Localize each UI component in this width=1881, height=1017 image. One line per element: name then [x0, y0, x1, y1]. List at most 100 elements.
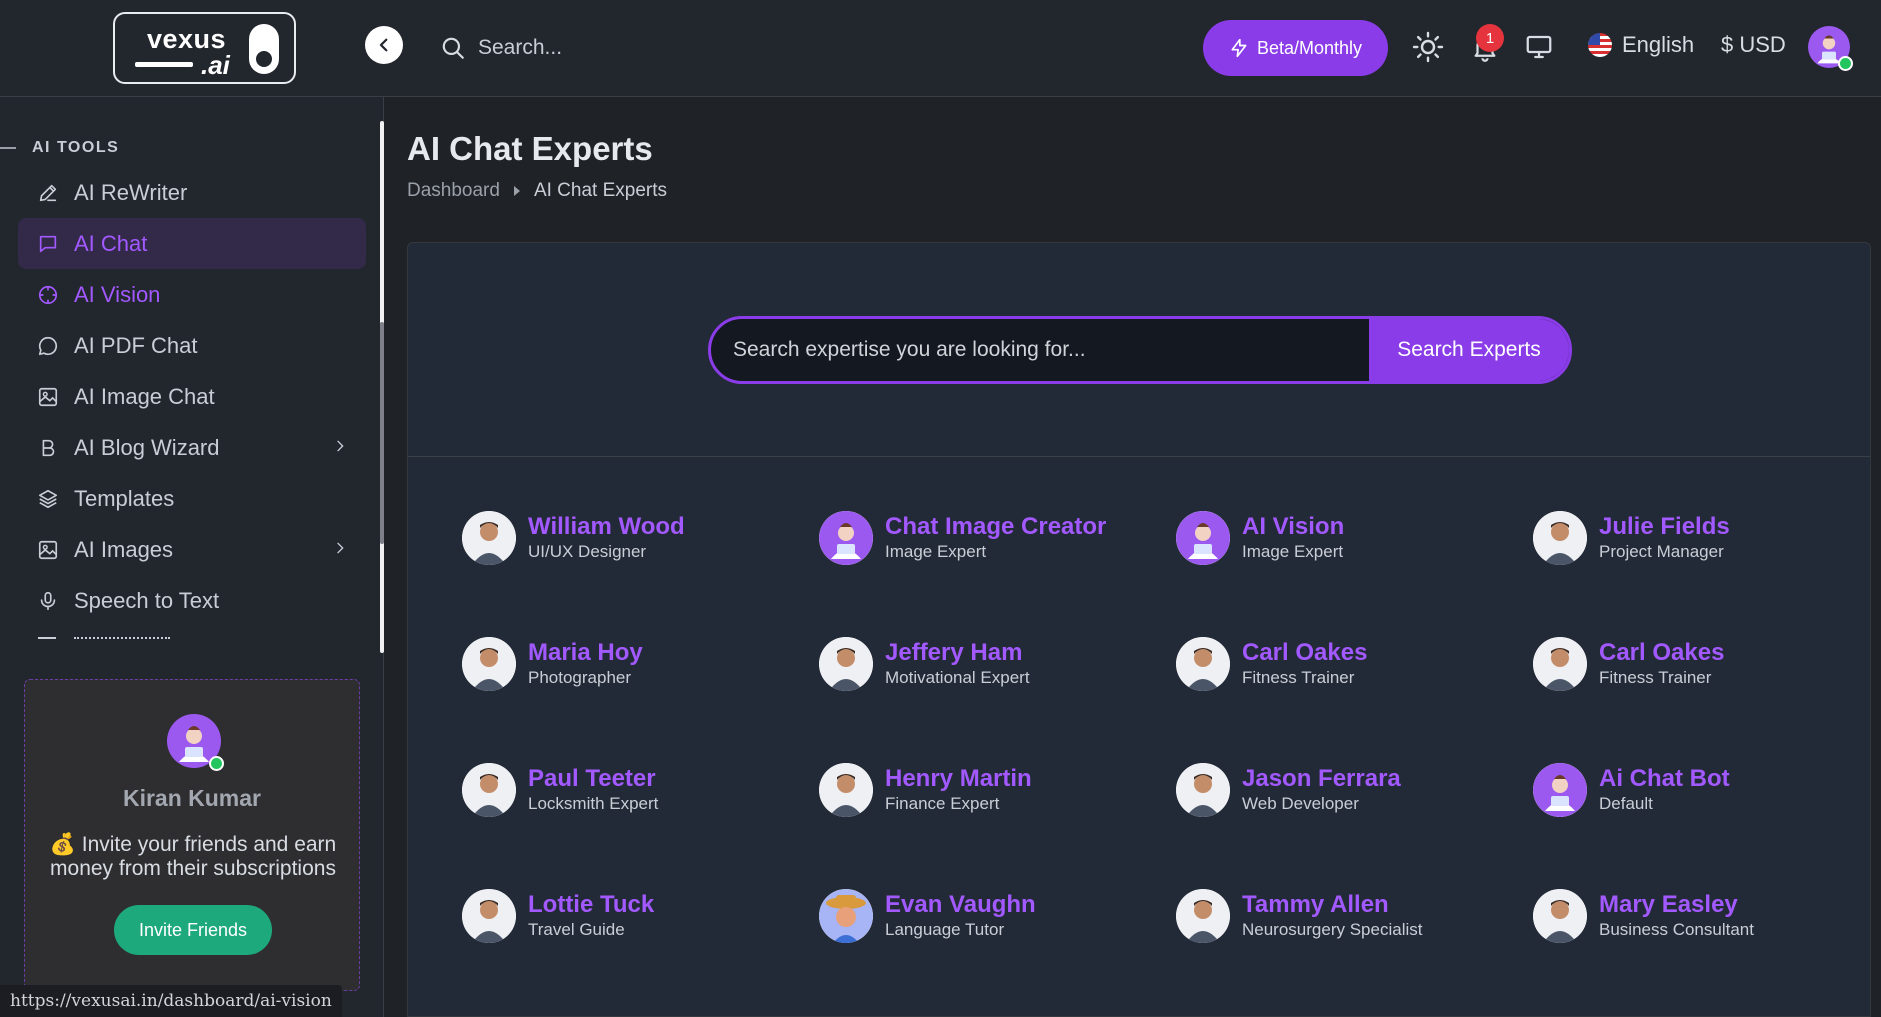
- image-icon: [36, 538, 60, 562]
- breadcrumb-current: AI Chat Experts: [533, 180, 668, 201]
- sidebar-scrollbar-thumb[interactable]: [380, 322, 384, 544]
- expert-name[interactable]: Lottie Tuck: [528, 891, 654, 919]
- expert-card[interactable]: Paul Teeter Locksmith Expert: [462, 760, 802, 820]
- theme-toggle-button[interactable]: [1411, 30, 1445, 64]
- sidebar-item-ai-pdf-chat[interactable]: AI PDF Chat: [18, 320, 366, 371]
- microphone-icon: [36, 589, 60, 613]
- expert-card[interactable]: Ai Chat Bot Default: [1533, 760, 1873, 820]
- expert-card[interactable]: Jason Ferrara Web Developer: [1176, 760, 1516, 820]
- bold-b-icon: [36, 436, 60, 460]
- sun-icon: [1412, 31, 1444, 63]
- search-experts-button[interactable]: Search Experts: [1369, 319, 1569, 381]
- expert-name[interactable]: Carl Oakes: [1242, 639, 1367, 667]
- plan-button[interactable]: Beta/Monthly: [1203, 20, 1388, 76]
- sidebar: AI TOOLS AI ReWriter AI Chat AI Vision A…: [0, 97, 384, 1017]
- expert-role: Finance Expert: [885, 794, 1000, 813]
- expert-card[interactable]: Julie Fields Project Manager: [1533, 508, 1873, 568]
- expert-role: Language Tutor: [885, 920, 1005, 939]
- expert-name[interactable]: Jason Ferrara: [1242, 765, 1401, 793]
- header-search-input[interactable]: [478, 36, 678, 60]
- expert-name[interactable]: Julie Fields: [1599, 513, 1730, 541]
- expert-name[interactable]: Mary Easley: [1599, 891, 1754, 919]
- expert-name[interactable]: Maria Hoy: [528, 639, 643, 667]
- expert-name[interactable]: AI Vision: [1242, 513, 1344, 541]
- sidebar-item-ai-chat[interactable]: AI Chat: [18, 218, 366, 269]
- chat-bubble-icon: [36, 334, 60, 358]
- invite-friends-button[interactable]: Invite Friends: [114, 905, 272, 955]
- expert-role: Image Expert: [885, 542, 987, 561]
- breadcrumb: Dashboard AI Chat Experts: [407, 180, 667, 202]
- expert-card[interactable]: William Wood UI/UX Designer: [462, 508, 802, 568]
- expert-name[interactable]: Henry Martin: [885, 765, 1032, 793]
- expert-role: Neurosurgery Specialist: [1242, 920, 1423, 939]
- invite-card: Kiran Kumar 💰 Invite your friends and ea…: [24, 679, 360, 991]
- expert-search-bar: Search Experts: [708, 316, 1572, 384]
- sidebar-item-ai-rewriter[interactable]: AI ReWriter: [18, 167, 366, 218]
- display-button[interactable]: [1522, 30, 1556, 64]
- expert-search-input[interactable]: [711, 319, 1369, 381]
- expert-card[interactable]: Tammy Allen Neurosurgery Specialist: [1176, 886, 1516, 946]
- sidebar-item-speech-to-text[interactable]: Speech to Text: [18, 575, 366, 626]
- invite-user-name: Kiran Kumar: [122, 785, 262, 811]
- person-avatar: [1533, 511, 1587, 565]
- expert-name[interactable]: William Wood: [528, 513, 685, 541]
- currency-selector[interactable]: $ USD: [1721, 32, 1786, 58]
- expert-role: UI/UX Designer: [528, 542, 647, 561]
- expert-card[interactable]: Henry Martin Finance Expert: [819, 760, 1159, 820]
- expert-role: Project Manager: [1599, 542, 1724, 561]
- sidebar-section-title: AI TOOLS: [0, 139, 119, 157]
- expert-card[interactable]: Jeffery Ham Motivational Expert: [819, 634, 1159, 694]
- invite-text: 💰 Invite your friends and earn money fro…: [49, 833, 337, 880]
- sidebar-item-templates[interactable]: Templates: [18, 473, 366, 524]
- chevron-right-icon: [337, 440, 344, 452]
- language-selector[interactable]: English: [1588, 32, 1694, 58]
- logo-toggle-mark: [249, 24, 279, 74]
- expert-name[interactable]: Tammy Allen: [1242, 891, 1422, 919]
- layers-icon: [36, 487, 60, 511]
- sidebar-item-ai-images[interactable]: AI Images: [18, 524, 366, 575]
- person-avatar: [819, 637, 873, 691]
- expert-role: Default: [1599, 794, 1653, 813]
- sidebar-item-partial[interactable]: [18, 637, 366, 651]
- breadcrumb-home-link[interactable]: Dashboard: [407, 180, 500, 202]
- logo-sub: .ai: [201, 50, 230, 80]
- expert-card[interactable]: AI Vision Image Expert: [1176, 508, 1516, 568]
- expert-name[interactable]: Paul Teeter: [528, 765, 658, 793]
- expert-role: Web Developer: [1242, 794, 1359, 813]
- expert-name[interactable]: Ai Chat Bot: [1599, 765, 1730, 793]
- person-avatar: [462, 763, 516, 817]
- sidebar-item-ai-image-chat[interactable]: AI Image Chat: [18, 371, 366, 422]
- expert-card[interactable]: Chat Image Creator Image Expert: [819, 508, 1159, 568]
- expert-card[interactable]: Mary Easley Business Consultant: [1533, 886, 1873, 946]
- cartoon-avatar: [819, 889, 873, 943]
- invite-user-avatar: [167, 714, 224, 771]
- expert-name[interactable]: Chat Image Creator: [885, 513, 1106, 541]
- expert-name[interactable]: Jeffery Ham: [885, 639, 1030, 667]
- sidebar-collapse-button[interactable]: [365, 26, 403, 64]
- sidebar-item-label: AI ReWriter: [74, 179, 188, 205]
- expert-card[interactable]: Carl Oakes Fitness Trainer: [1176, 634, 1516, 694]
- vexus-logo[interactable]: vexus .ai: [113, 12, 296, 84]
- bot-avatar: [1176, 511, 1230, 565]
- sidebar-item-ai-blog-wizard[interactable]: AI Blog Wizard: [18, 422, 366, 473]
- expert-card[interactable]: Lottie Tuck Travel Guide: [462, 886, 802, 946]
- monitor-icon: [1526, 35, 1552, 59]
- expert-card[interactable]: Carl Oakes Fitness Trainer: [1533, 634, 1873, 694]
- sidebar-menu: AI ReWriter AI Chat AI Vision AI PDF Cha…: [18, 167, 366, 626]
- sidebar-item-label: AI Vision: [74, 281, 161, 307]
- expert-name[interactable]: Evan Vaughn: [885, 891, 1036, 919]
- online-status-dot: [1838, 56, 1853, 71]
- search-icon[interactable]: [440, 35, 466, 61]
- person-avatar: [1533, 637, 1587, 691]
- person-avatar: [1533, 889, 1587, 943]
- crosshair-icon: [36, 283, 60, 307]
- person-avatar: [462, 511, 516, 565]
- person-avatar: [819, 763, 873, 817]
- user-avatar[interactable]: [1808, 26, 1853, 71]
- expert-role: Photographer: [528, 668, 632, 687]
- expert-card[interactable]: Evan Vaughn Language Tutor: [819, 886, 1159, 946]
- sidebar-item-ai-vision[interactable]: AI Vision: [18, 269, 366, 320]
- expert-card[interactable]: Maria Hoy Photographer: [462, 634, 802, 694]
- expert-name[interactable]: Carl Oakes: [1599, 639, 1724, 667]
- header-search: [440, 30, 678, 66]
